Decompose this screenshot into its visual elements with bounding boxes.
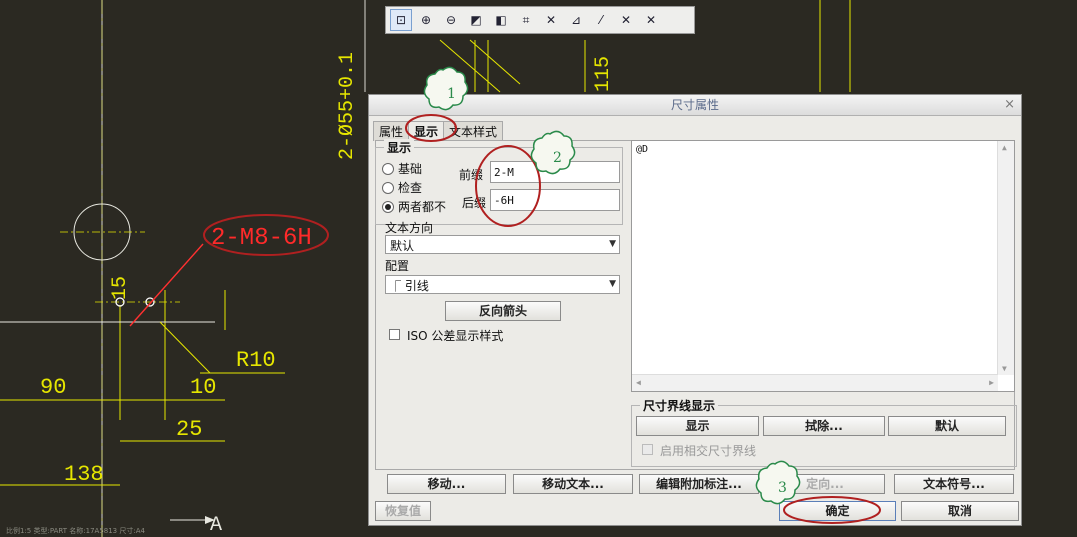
placement-label: 配置 [385, 259, 410, 273]
move-button[interactable]: 移动... [387, 474, 506, 494]
scroll-up-icon[interactable]: ▲ [1002, 143, 1007, 152]
dialog-titlebar[interactable]: 尺寸属性 × [369, 95, 1021, 116]
scroll-left-icon[interactable]: ◀ [636, 378, 641, 387]
vertical-scrollbar[interactable]: ▲ ▼ [997, 141, 1014, 375]
horizontal-scrollbar[interactable]: ◀ ▶ [632, 374, 998, 391]
dimension-properties-dialog: 尺寸属性 × 属性 显示 文本样式 显示 基础 检查 两者都不 前缀 2-M 后… [368, 94, 1022, 526]
dim-10: 10 [190, 375, 216, 400]
leader-icon: ⎾ [390, 280, 401, 293]
dim-25: 25 [176, 417, 202, 442]
thread-label: 2-M8-6H [211, 225, 312, 252]
erase-button[interactable]: 拭除... [763, 416, 885, 436]
radio-inspection-label: 检查 [398, 181, 423, 195]
datum-axis-icon[interactable]: ⊿ [565, 9, 587, 31]
dim-diameter: 2-Ø55+0.1 [336, 52, 359, 160]
dim-r10: R10 [236, 348, 276, 373]
dimension-text-area[interactable]: @D ▲ ▼ ◀ ▶ [631, 140, 1015, 392]
suffix-input[interactable]: -6H [490, 189, 620, 211]
text-direction-label: 文本方向 [385, 221, 434, 235]
view-orient-icon[interactable]: ◧ [490, 9, 512, 31]
repaint-icon[interactable]: ◩ [465, 9, 487, 31]
reverse-arrow-button[interactable]: 反向箭头 [445, 301, 561, 321]
tab-text-style[interactable]: 文本样式 [443, 121, 504, 141]
chevron-down-icon: ▼ [609, 239, 616, 249]
move-text-button[interactable]: 移动文本... [513, 474, 633, 494]
intersect-checkbox[interactable] [642, 444, 653, 455]
dim-138: 138 [64, 462, 104, 487]
display-group: 显示 基础 检查 两者都不 [375, 139, 623, 225]
text-symbol-button[interactable]: 文本符号... [894, 474, 1014, 494]
iso-checkbox[interactable] [389, 329, 400, 340]
cancel-button[interactable]: 取消 [901, 501, 1019, 521]
prefix-input[interactable]: 2-M [490, 161, 620, 183]
radio-basic[interactable]: 基础 [382, 160, 422, 177]
datum-plane-icon[interactable]: ✕ [540, 9, 562, 31]
extension-line-group: 尺寸界线显示 显示 拭除... 默认 启用相交尺寸界线 [631, 397, 1017, 467]
section-letter: A [210, 514, 222, 537]
tab-display[interactable]: 显示 [408, 121, 445, 141]
annotation-icon[interactable]: ⌗ [515, 9, 537, 31]
dim-90: 90 [40, 375, 66, 400]
chevron-down-icon: ▼ [609, 279, 616, 289]
prefix-label: 前缀 [459, 168, 484, 182]
radio-neither-label: 两者都不 [398, 200, 447, 214]
dim-115: 115 [592, 56, 615, 92]
ok-button[interactable]: 确定 [779, 501, 896, 521]
orient-button[interactable]: 定向... [765, 474, 885, 494]
extension-group-title: 尺寸界线显示 [640, 397, 719, 414]
scroll-right-icon[interactable]: ▶ [989, 378, 994, 387]
placement-value: 引线 [404, 279, 429, 293]
placement-select[interactable]: ⎾ 引线 ▼ [385, 275, 620, 294]
text-direction-value: 默认 [390, 239, 415, 253]
radio-neither[interactable]: 两者都不 [382, 198, 446, 215]
display-group-title: 显示 [384, 139, 415, 156]
show-button[interactable]: 显示 [636, 416, 759, 436]
dialog-title: 尺寸属性 [670, 98, 719, 112]
radio-dot-selected [382, 200, 394, 213]
spin-center-icon[interactable]: ✕ [640, 9, 662, 31]
radio-inspection[interactable]: 检查 [382, 179, 422, 196]
edit-attach-button[interactable]: 编辑附加标注... [639, 474, 759, 494]
iso-checkbox-label: ISO 公差显示样式 [407, 329, 504, 343]
datum-point-icon[interactable]: ⁄ [590, 9, 612, 31]
close-icon[interactable]: × [1004, 95, 1015, 115]
zoom-in-icon[interactable]: ⊕ [415, 9, 437, 31]
status-bar: 比例1:5 类型:PART 名称:17A5813 尺寸:A4 [6, 527, 145, 535]
default-button[interactable]: 默认 [888, 416, 1006, 436]
zoom-out-icon[interactable]: ⊖ [440, 9, 462, 31]
dim-15: 15 [109, 276, 132, 300]
restore-button[interactable]: 恢复值 [375, 501, 431, 521]
dimension-text-value: @D [636, 144, 649, 155]
radio-dot [382, 181, 394, 194]
intersect-checkbox-label: 启用相交尺寸界线 [660, 444, 757, 458]
radio-dot [382, 162, 394, 175]
scroll-down-icon[interactable]: ▼ [1002, 364, 1007, 373]
text-direction-select[interactable]: 默认 ▼ [385, 235, 620, 254]
tab-properties[interactable]: 属性 [373, 121, 410, 141]
radio-basic-label: 基础 [398, 162, 423, 176]
tab-bar: 属性 显示 文本样式 [373, 121, 504, 141]
datum-csys-icon[interactable]: ✕ [615, 9, 637, 31]
zoom-fit-icon[interactable]: ⊡ [390, 9, 412, 31]
view-toolbar: ⊡ ⊕ ⊖ ◩ ◧ ⌗ ✕ ⊿ ⁄ ✕ ✕ [385, 6, 695, 34]
suffix-label: 后缀 [462, 196, 487, 210]
